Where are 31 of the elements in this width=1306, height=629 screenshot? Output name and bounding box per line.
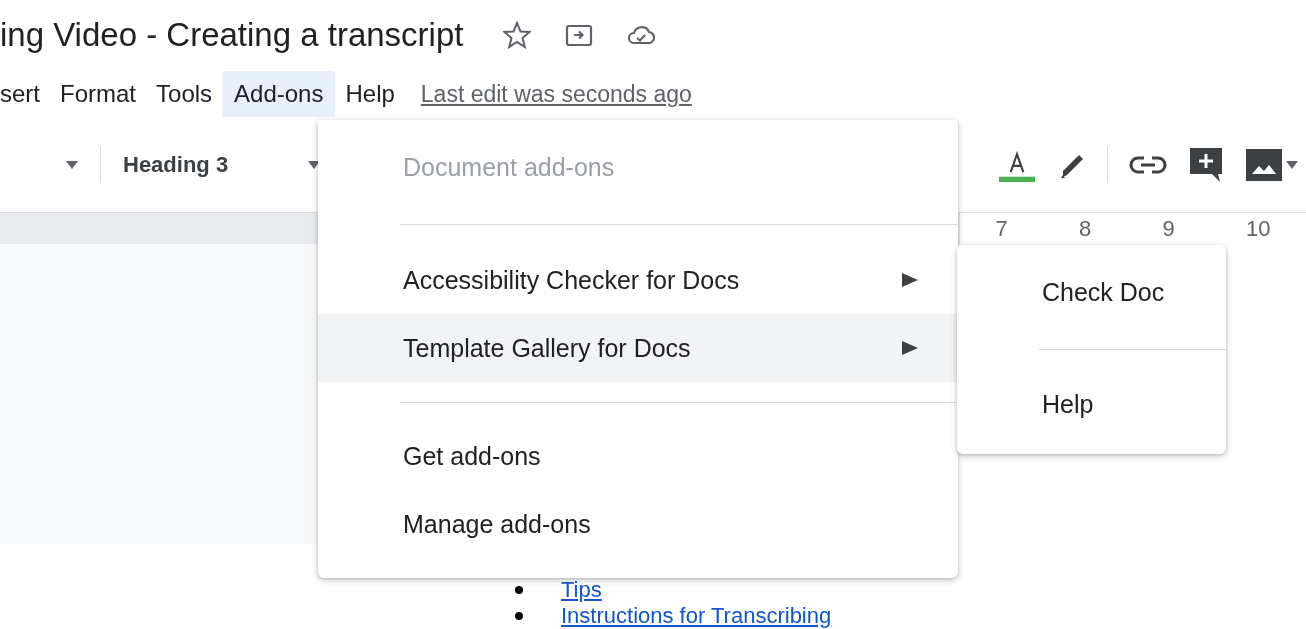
bullet-icon <box>515 586 523 594</box>
menu-item[interactable]: sert <box>0 70 50 118</box>
add-comment-icon[interactable] <box>1190 147 1222 183</box>
menu-item[interactable]: Help <box>335 70 405 118</box>
paragraph-style-dropdown[interactable]: Heading 3 <box>123 152 283 178</box>
menu-item[interactable]: Accessibility Checker for Docs <box>318 246 958 314</box>
menu-item[interactable]: Manage add-ons <box>318 490 958 558</box>
caret-icon[interactable] <box>308 161 320 169</box>
menu-item[interactable]: Add-ons <box>222 71 336 117</box>
submenu-arrow-icon <box>902 340 918 356</box>
caret-icon[interactable] <box>66 161 78 169</box>
image-icon[interactable] <box>1246 147 1282 183</box>
ruler-number: 9 <box>1162 215 1175 242</box>
menu-item[interactable]: Format <box>50 70 147 118</box>
last-edit-link[interactable]: Last edit was seconds ago <box>420 80 692 108</box>
document-title: ing Video - Creating a transcript <box>0 16 464 54</box>
menu-item[interactable]: Template Gallery for Docs <box>318 314 958 382</box>
doc-link[interactable]: Tips <box>561 577 602 603</box>
menu-item[interactable]: Check Doc <box>957 257 1226 327</box>
bullet-icon <box>515 612 523 620</box>
submenu-arrow-icon <box>902 272 918 288</box>
menu-item[interactable]: Help <box>957 371 1226 437</box>
ruler-number: 7 <box>995 215 1008 242</box>
menu-item[interactable]: Tools <box>146 70 223 118</box>
menu-item[interactable]: Get add-ons <box>318 422 958 490</box>
doc-link[interactable]: Instructions for Transcribing <box>561 603 832 629</box>
ruler-number: 10 <box>1245 215 1271 242</box>
ruler-number: 8 <box>1079 215 1092 242</box>
menu-item: Document add-ons <box>402 151 616 183</box>
star-icon[interactable] <box>503 21 532 49</box>
caret-icon[interactable] <box>1286 161 1298 169</box>
